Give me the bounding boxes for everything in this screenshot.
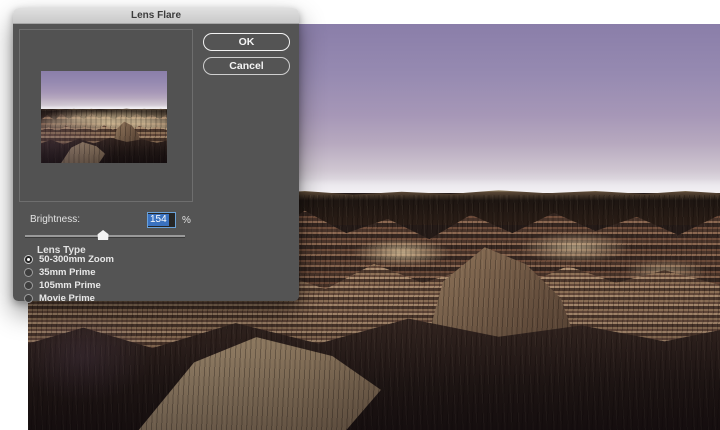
brightness-value: 154 [148, 214, 169, 226]
flare-preview-thumbnail[interactable] [41, 71, 167, 163]
ok-button[interactable]: OK [203, 33, 290, 51]
radio-105mm-prime[interactable]: 105mm Prime [24, 279, 101, 292]
brightness-slider-thumb[interactable] [98, 230, 109, 240]
cancel-button[interactable]: Cancel [203, 57, 290, 75]
radio-label: 35mm Prime [39, 267, 96, 278]
radio-icon [24, 255, 33, 264]
radio-icon [24, 281, 33, 290]
dialog-title: Lens Flare [131, 10, 181, 21]
radio-icon [24, 268, 33, 277]
flare-preview-panel [19, 29, 193, 202]
radio-label: Movie Prime [39, 293, 95, 304]
radio-movie-prime[interactable]: Movie Prime [24, 292, 95, 305]
percent-label: % [182, 215, 191, 226]
canyon-scene [41, 71, 167, 163]
radio-label: 105mm Prime [39, 280, 101, 291]
radio-label: 50-300mm Zoom [39, 254, 114, 265]
lens-flare-dialog: Lens Flare OK Cancel Brightness: 154 % L… [13, 8, 299, 301]
radio-50-300mm-zoom[interactable]: 50-300mm Zoom [24, 253, 114, 266]
dialog-titlebar[interactable]: Lens Flare [13, 8, 299, 24]
vignette [41, 71, 167, 163]
dialog-body: OK Cancel Brightness: 154 % Lens Type 50… [13, 24, 299, 301]
brightness-label: Brightness: [30, 214, 80, 225]
radio-35mm-prime[interactable]: 35mm Prime [24, 266, 96, 279]
radio-icon [24, 294, 33, 303]
brightness-input[interactable]: 154 [147, 212, 176, 228]
brightness-slider[interactable] [25, 230, 185, 242]
